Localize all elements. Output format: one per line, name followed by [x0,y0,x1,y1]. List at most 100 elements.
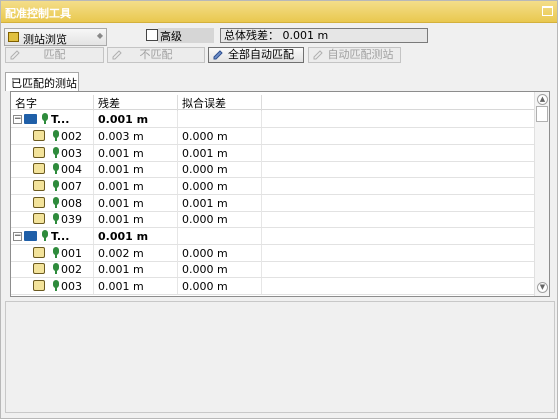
maximize-icon[interactable] [542,6,553,16]
auto-match-all-button[interactable]: 全部自动匹配 [208,47,304,63]
station-name: 008 [61,197,82,210]
station-browse-combo[interactable]: 测站浏览 ◆ [4,28,107,46]
pin-icon [53,147,59,158]
residual-cell: 0.001 m [98,147,144,160]
fit-error-cell: 0.001 m [182,197,228,210]
station-icon [33,247,45,258]
residual-cell: 0.001 m [98,197,144,210]
station-browse-label: 测站浏览 [23,33,67,46]
station-name: 002 [61,263,82,276]
fit-error-cell: 0.000 m [182,163,228,176]
table-row[interactable]: 007 0.001 m 0.000 m [11,178,536,195]
pen-icon [313,50,323,60]
residual-cell: 0.001 m [98,280,144,293]
fit-error-cell: 0.000 m [182,180,228,193]
pin-icon [53,263,59,274]
group-residual: 0.001 m [98,113,149,126]
pin-icon [53,247,59,258]
table-row[interactable]: 003 0.001 m 0.001 m [11,145,536,162]
station-icon [33,130,45,141]
station-name: 002 [61,130,82,143]
fit-error-cell: 0.000 m [182,130,228,143]
matched-stations-grid: 名字 残差 拟合误差 − T... 0.001 m 002 0.003 m 0.… [10,91,550,297]
auto-match-station-button[interactable]: 自动匹配测站 [308,47,401,63]
station-icon [33,280,45,291]
group-name: T... [51,113,70,126]
group-name: T... [51,230,70,243]
pen-icon [10,50,20,60]
pin-icon [53,280,59,291]
pin-icon [42,113,48,124]
window-title: 配准控制工具 [5,7,71,20]
pen-icon [112,50,122,60]
table-row[interactable]: 002 0.001 m 0.000 m [11,261,536,278]
residual-cell: 0.001 m [98,180,144,193]
table-row[interactable]: 039 0.001 m 0.000 m [11,211,536,228]
pin-icon [53,163,59,174]
title-bar: 配准控制工具 [1,1,557,23]
station-name: 004 [61,163,82,176]
folder-icon [24,231,37,241]
unmatch-button[interactable]: 不匹配 [107,47,205,63]
table-row[interactable]: 003 0.001 m 0.000 m [11,278,536,295]
match-button-label: 匹配 [43,48,66,61]
station-icon [33,213,45,224]
collapse-icon[interactable]: − [13,232,22,241]
registration-control-window: 配准控制工具 测站浏览 ◆ 高级 总体残差： 0.001 m 匹配 不匹配 全部… [0,0,558,419]
station-icon [33,197,45,208]
collapse-icon[interactable]: − [13,115,22,124]
auto-match-all-label: 全部自动匹配 [228,48,294,61]
table-row[interactable]: 002 0.003 m 0.000 m [11,128,536,145]
grid-header: 名字 残差 拟合误差 [11,92,536,113]
station-icon [33,263,45,274]
combo-dropdown-icon: ◆ [96,31,103,40]
station-icon [33,163,45,174]
fit-error-cell: 0.000 m [182,263,228,276]
station-icon [33,180,45,191]
browse-icon [8,32,19,42]
pen-icon [213,50,223,60]
pin-icon [42,230,48,241]
fit-error-cell: 0.001 m [182,147,228,160]
scroll-down-icon[interactable]: ▼ [537,282,548,293]
group-residual: 0.001 m [98,230,149,243]
column-header-fit-error[interactable]: 拟合误差 [182,95,226,111]
fit-error-cell: 0.000 m [182,247,228,260]
residual-cell: 0.001 m [98,263,144,276]
total-residual-field: 总体残差： 0.001 m [220,28,428,43]
table-row[interactable]: 001 0.002 m 0.000 m [11,245,536,262]
fit-error-cell: 0.000 m [182,280,228,293]
scroll-thumb[interactable] [536,106,548,122]
residual-cell: 0.003 m [98,130,144,143]
residual-cell: 0.001 m [98,163,144,176]
station-name: 003 [61,280,82,293]
auto-match-station-label: 自动匹配测站 [327,48,394,61]
group-row[interactable]: − T... 0.001 m [11,228,536,245]
station-name: 039 [61,213,82,226]
station-name: 007 [61,180,82,193]
details-panel [5,301,555,413]
pin-icon [53,197,59,208]
station-name: 003 [61,147,82,160]
match-button[interactable]: 匹配 [5,47,104,63]
table-row[interactable]: 004 0.001 m 0.000 m [11,161,536,178]
group-row[interactable]: − T... 0.001 m [11,111,536,128]
pin-icon [53,130,59,141]
residual-cell: 0.002 m [98,247,144,260]
pin-icon [53,180,59,191]
column-header-name[interactable]: 名字 [15,95,37,111]
column-header-residual[interactable]: 残差 [98,95,120,111]
station-name: 001 [61,247,82,260]
folder-icon [24,114,37,124]
tab-matched-stations[interactable]: 已匹配的测站 [5,72,79,91]
unmatch-button-label: 不匹配 [139,48,173,61]
advanced-label: 高级 [158,28,214,43]
station-icon [33,147,45,158]
advanced-checkbox[interactable] [146,29,158,41]
pin-icon [53,213,59,224]
fit-error-cell: 0.000 m [182,213,228,226]
table-row[interactable]: 008 0.001 m 0.001 m [11,195,536,212]
residual-cell: 0.001 m [98,213,144,226]
scroll-up-icon[interactable]: ▲ [537,94,548,105]
vertical-scrollbar[interactable]: ▲ ▼ [534,92,549,296]
